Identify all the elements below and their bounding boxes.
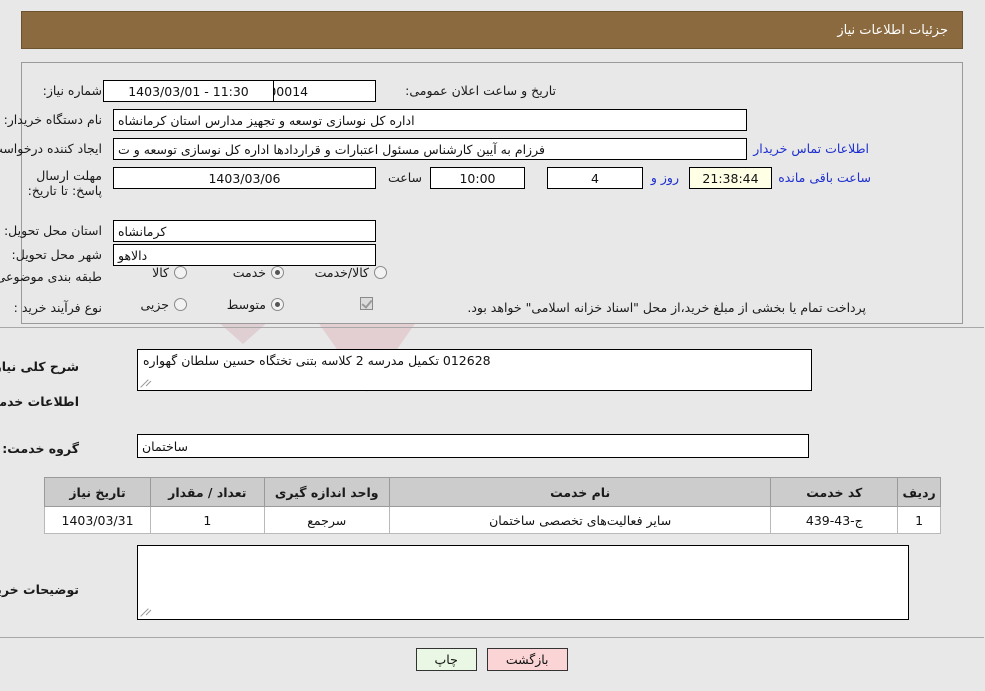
- back-button[interactable]: بازگشت: [487, 648, 569, 671]
- need-number-label: شماره نیاز:: [43, 83, 103, 98]
- buyer-contact-link[interactable]: اطلاعات تماس خریدار: [754, 141, 870, 156]
- table-row: 1 ج-43-439 سایر فعالیت‌های تخصصی ساختمان…: [44, 506, 942, 534]
- buyer-notes-label: توضیحات خریدار:: [0, 582, 80, 597]
- announce-datetime-label: تاریخ و ساعت اعلان عمومی:: [406, 83, 557, 98]
- general-desc-label: شرح کلی نیاز:: [0, 359, 80, 374]
- deadline-label: مهلت ارسال پاسخ: تا تاریخ:: [28, 168, 103, 198]
- radio-indicator: [175, 298, 188, 311]
- cell-need-date: 1403/03/31: [44, 506, 153, 534]
- service-group-value: ساختمان: [138, 434, 810, 458]
- deadline-date-value: 1403/03/06: [114, 167, 377, 189]
- radio-process-motevaset[interactable]: متوسط: [228, 297, 285, 312]
- general-desc-resize-handle[interactable]: [141, 377, 153, 389]
- delivery-province-label: استان محل تحویل:: [4, 223, 103, 238]
- radio-process-jozyi[interactable]: جزیی: [141, 297, 188, 312]
- delivery-city-value: دالاهو: [114, 244, 377, 266]
- radio-label: کالا: [153, 265, 170, 280]
- cell-row-no: 1: [898, 506, 942, 534]
- category-label: طبقه بندی موضوعی:: [0, 269, 103, 284]
- cell-unit: سرجمع: [264, 506, 391, 534]
- page-header: جزئیات اطلاعات نیاز: [22, 11, 964, 49]
- col-need-date: تاریخ نیاز: [44, 477, 153, 507]
- deadline-time-value: 10:00: [431, 167, 526, 189]
- col-service-name: نام خدمت: [389, 477, 773, 507]
- service-group-label: گروه خدمت:: [3, 441, 80, 456]
- radio-category-kala-khedmat[interactable]: کالا/خدمت: [316, 265, 388, 280]
- days-label: روز و: [651, 170, 680, 185]
- col-unit: واحد اندازه گیری: [264, 477, 391, 507]
- page-title: جزئیات اطلاعات نیاز: [838, 22, 949, 38]
- radio-indicator: [175, 266, 188, 279]
- requester-value: فرزام به آیین کارشناس مسئول اعتبارات و ق…: [114, 138, 748, 160]
- buyer-org-value: اداره کل نوسازی توسعه و تجهیز مدارس استا…: [114, 109, 748, 131]
- footer-button-bar: بازگشت چاپ: [0, 648, 985, 671]
- col-row-no: ردیف: [898, 477, 942, 507]
- buyer-notes-resize-handle[interactable]: [141, 606, 153, 618]
- radio-label: جزیی: [141, 297, 170, 312]
- buyer-org-label: نام دستگاه خریدار:: [4, 112, 103, 127]
- cell-quantity: 1: [151, 506, 266, 534]
- radio-label: کالا/خدمت: [315, 265, 370, 280]
- radio-indicator: [272, 298, 285, 311]
- radio-label: خدمت: [233, 265, 267, 280]
- radio-indicator: [375, 266, 388, 279]
- services-info-heading: اطلاعات خدمات مورد نیاز: [0, 394, 80, 409]
- footer-divider: [0, 637, 985, 638]
- cell-service-name: سایر فعالیت‌های تخصصی ساختمان: [389, 506, 773, 534]
- days-remaining-value: 4: [548, 167, 644, 189]
- radio-category-khedmat[interactable]: خدمت: [234, 265, 285, 280]
- requester-label: ایجاد کننده درخواست:: [0, 141, 103, 156]
- radio-indicator: [272, 266, 285, 279]
- print-button[interactable]: چاپ: [416, 648, 478, 671]
- process-type-label: نوع فرآیند خرید :: [14, 300, 103, 315]
- announce-datetime-value: 1403/03/01 - 11:30: [104, 80, 275, 102]
- col-service-code: کد خدمت: [771, 477, 900, 507]
- treasury-checkbox[interactable]: [361, 297, 374, 310]
- remaining-label: ساعت باقی مانده: [779, 170, 872, 185]
- table-header-row: ردیف کد خدمت نام خدمت واحد اندازه گیری ت…: [44, 477, 942, 507]
- section-divider: [0, 327, 985, 328]
- radio-category-kala[interactable]: کالا: [153, 265, 188, 280]
- radio-label: متوسط: [227, 297, 267, 312]
- deadline-hour-label: ساعت: [388, 170, 423, 185]
- delivery-city-label: شهر محل تحویل:: [12, 247, 103, 262]
- buyer-notes-value[interactable]: [138, 545, 910, 620]
- general-desc-value[interactable]: 012628 تکمیل مدرسه 2 کلاسه بتنی تختگاه ح…: [138, 349, 813, 391]
- delivery-province-value: کرمانشاه: [114, 220, 377, 242]
- col-quantity: تعداد / مقدار: [151, 477, 266, 507]
- countdown-value: 21:38:44: [690, 167, 773, 189]
- cell-service-code: ج-43-439: [771, 506, 900, 534]
- treasury-note: پرداخت تمام یا بخشی از مبلغ خرید،از محل …: [468, 300, 867, 315]
- services-table: ردیف کد خدمت نام خدمت واحد اندازه گیری ت…: [44, 477, 942, 534]
